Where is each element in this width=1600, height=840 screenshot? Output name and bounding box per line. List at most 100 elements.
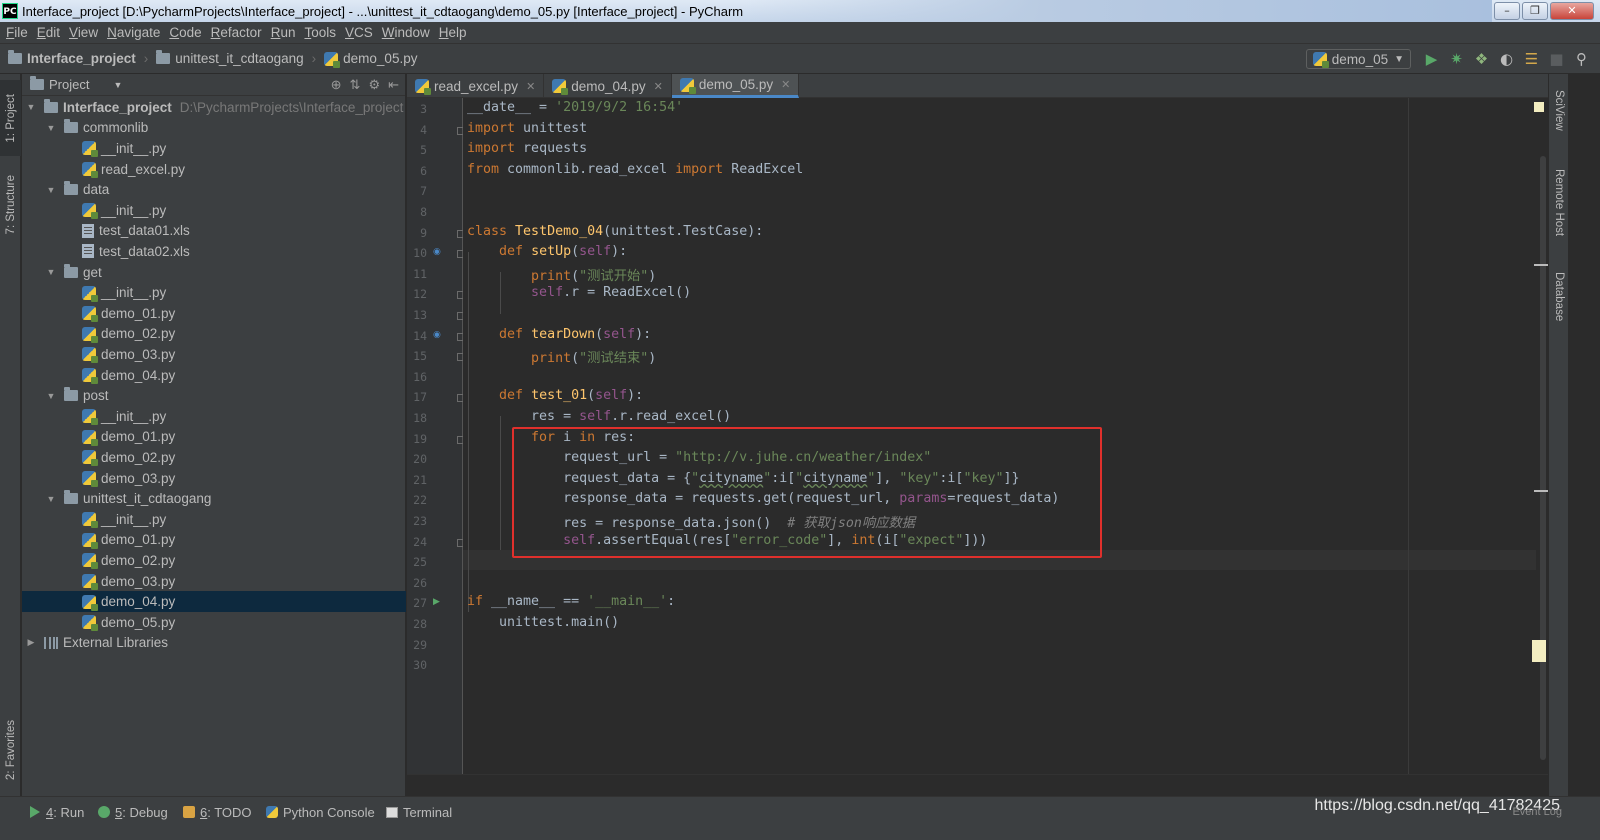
tree-file[interactable]: demo_02.py [22,550,406,571]
menu-item-vcs[interactable]: VCS [343,25,380,40]
menu-item-tools[interactable]: Tools [302,25,343,40]
tree-folder[interactable]: ▼ commonlib [22,118,406,139]
event-log-button[interactable]: Event Log [1512,806,1562,818]
override-marker-icon[interactable]: ◉ [433,247,441,257]
tree-file[interactable]: test_data02.xls [22,241,406,262]
search-everywhere-icon[interactable]: ⚲ [1569,48,1594,70]
tree-file[interactable]: demo_01.py [22,303,406,324]
run-configuration-select[interactable]: demo_05 ▼ [1305,49,1411,69]
menu-item-refactor[interactable]: Refactor [209,25,269,40]
editor-vertical-scrollbar[interactable] [1532,98,1548,774]
breadcrumb-folder[interactable]: unittest_it_cdtaogang › [148,50,316,66]
inspection-status-icon[interactable] [1534,102,1544,112]
menu-item-help[interactable]: Help [437,25,474,40]
chevron-right-icon[interactable]: ▶ [26,637,36,648]
chevron-down-icon[interactable]: ▼ [46,391,56,401]
tab-read-excel-py[interactable]: read_excel.py ✕ [407,74,545,98]
tab-structure[interactable]: 7: Structure [0,164,21,246]
tree-file[interactable]: demo_01.py [22,427,406,448]
chevron-down-icon[interactable]: ▼ [46,123,56,133]
run-icon[interactable]: ▶ [1419,48,1444,70]
code-token: def [499,388,524,403]
tree-file[interactable]: demo_03.py [22,468,406,489]
tree-file[interactable]: demo_02.py [22,447,406,468]
bottom-tool-todo[interactable]: 6: TODO [183,802,252,822]
chevron-down-icon[interactable]: ▼ [46,185,56,195]
profile-icon[interactable]: ◐ [1494,48,1519,70]
hide-panel-icon[interactable]: ⇤ [388,77,399,93]
tree-folder[interactable]: ▼ post [22,385,406,406]
tree-file[interactable]: demo_05.py [22,612,406,633]
close-window-button[interactable]: ✕ [1550,2,1594,20]
tab-demo-05-py[interactable]: demo_05.py ✕ [671,74,800,98]
close-icon[interactable]: ✕ [526,80,535,93]
tree-file[interactable]: __init__.py [22,406,406,427]
locate-file-icon[interactable]: ⊕ [331,77,342,93]
tree-external-libraries[interactable]: ▶ External Libraries [22,633,406,654]
tree-file[interactable]: demo_04.py [22,365,406,386]
menu-item-view[interactable]: View [67,25,105,40]
tree-root-project[interactable]: ▼ Interface_project D:\PycharmProjects\Int… [22,97,406,118]
tree-folder[interactable]: ▼ get [22,262,406,283]
concurrency-icon[interactable]: ☰ [1519,48,1544,70]
restore-button[interactable]: ❐ [1522,2,1548,20]
scrollbar-thumb[interactable] [1540,156,1546,760]
close-icon[interactable]: ✕ [654,80,663,93]
tab-sciview[interactable]: SciView [1549,80,1569,140]
menu-item-window[interactable]: Window [380,25,437,40]
tree-file[interactable]: test_data01.xls [22,221,406,242]
tree-file[interactable]: demo_01.py [22,530,406,551]
debug-icon[interactable]: ✷ [1444,48,1469,70]
bottom-tool-run[interactable]: 4: Run [30,802,84,822]
tree-file[interactable]: demo_04.py [22,591,406,612]
tree-file[interactable]: read_excel.py [22,159,406,180]
stop-icon[interactable]: ■ [1544,48,1569,70]
coverage-icon[interactable]: ❖ [1469,48,1494,70]
menu-item-run[interactable]: Run [269,25,303,40]
code-token: print [531,269,572,284]
tree-file[interactable]: __init__.py [22,509,406,530]
code-token: '2019/9/2 16:54' [555,100,684,115]
breadcrumb-file[interactable]: demo_05.py [316,51,417,68]
chevron-down-icon[interactable]: ▼ [26,102,36,112]
breadcrumb-project[interactable]: Interface_project › [0,50,148,66]
tree-item-label: __init__.py [101,140,167,156]
chevron-down-icon[interactable]: ▼ [113,80,122,90]
editor-horizontal-scrollbar[interactable] [407,774,1548,796]
tab-remote-host[interactable]: Remote Host [1549,160,1569,246]
tab-label: demo_05.py [698,77,774,92]
gear-icon[interactable]: ⚙ [368,77,380,93]
menu-item-file[interactable]: File [4,25,35,40]
tree-file[interactable]: __init__.py [22,282,406,303]
bottom-tool-terminal[interactable]: Terminal [386,802,452,822]
tool-label: : TODO [207,804,252,820]
minimize-button[interactable]: – [1494,2,1520,20]
tab-database[interactable]: Database [1549,264,1569,330]
menu-item-code[interactable]: Code [167,25,208,40]
tree-file[interactable]: demo_03.py [22,344,406,365]
tree-folder[interactable]: ▼ unittest_it_cdtaogang [22,488,406,509]
menu-item-edit[interactable]: Edit [35,25,67,40]
right-margin-guide [1408,98,1409,774]
override-marker-icon[interactable]: ◉ [433,330,441,340]
tree-file[interactable]: __init__.py [22,138,406,159]
highlight-annotation-box [512,427,1102,558]
collapse-all-icon[interactable]: ⇅ [350,77,361,93]
tree-item-label: demo_01.py [101,532,176,548]
menu-item-navigate[interactable]: Navigate [105,25,167,40]
chevron-down-icon[interactable]: ▼ [46,494,56,504]
bottom-tool-python-console[interactable]: Python Console [266,802,375,822]
tab-project[interactable]: 1: Project [0,80,21,156]
tree-file[interactable]: demo_02.py [22,324,406,345]
tab-demo-04-py[interactable]: demo_04.py ✕ [544,74,672,98]
tree-file[interactable]: demo_03.py [22,571,406,592]
tab-favorites[interactable]: 2: Favorites [0,708,21,792]
tree-folder[interactable]: ▼ data [22,179,406,200]
tree-file[interactable]: __init__.py [22,200,406,221]
run-gutter-icon[interactable]: ▶ [433,597,440,607]
close-icon[interactable]: ✕ [781,78,790,91]
chevron-down-icon[interactable]: ▼ [46,267,56,277]
project-panel-title[interactable]: Project [49,77,89,92]
bottom-tool-debug[interactable]: 5: Debug [98,802,168,822]
